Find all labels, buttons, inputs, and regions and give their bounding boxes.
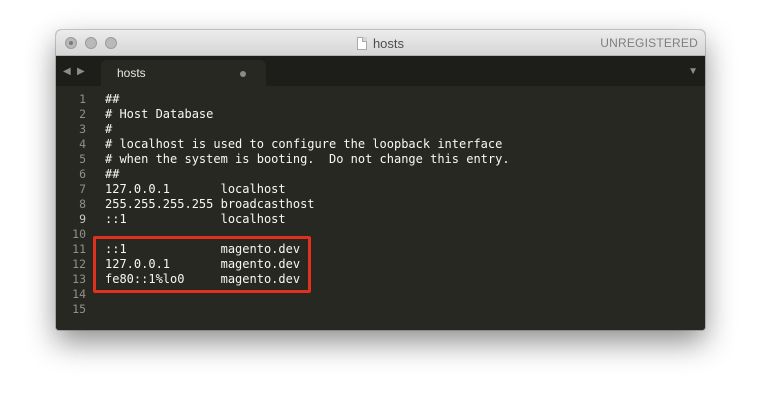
code-line[interactable]: ## (105, 92, 705, 107)
tab-nav-right-icon[interactable]: ▶ (77, 66, 85, 77)
line-number: 4 (79, 137, 86, 151)
code-line[interactable]: # (105, 122, 705, 137)
tab-nav-left-icon[interactable]: ◀ (63, 66, 71, 77)
editor-window: hosts UNREGISTERED ◀ ▶ hosts ▼ 123456789… (56, 30, 705, 330)
document-icon (356, 36, 367, 50)
unregistered-label: UNREGISTERED (600, 36, 698, 50)
line-number: 13 (72, 272, 86, 286)
line-number: 15 (72, 302, 86, 316)
code-line[interactable]: # localhost is used to configure the loo… (105, 137, 705, 152)
code-line[interactable]: 255.255.255.255 broadcasthost (105, 197, 705, 212)
line-number-gutter: 1 2 3 4 5 6 7 8 9 10 11 12 13 14 15 (56, 92, 86, 317)
line-number: 2 (79, 107, 86, 121)
code-line[interactable]: 127.0.0.1 localhost (105, 182, 705, 197)
code-line[interactable]: ::1 localhost (105, 212, 705, 227)
code-line[interactable]: # when the system is booting. Do not cha… (105, 152, 705, 167)
highlight-box (93, 236, 311, 293)
title-bar: hosts UNREGISTERED (56, 30, 705, 56)
code-editor[interactable]: 1 2 3 4 5 6 7 8 9 10 11 12 13 14 15 ## # Host Database #… (56, 86, 705, 330)
code-line[interactable] (105, 302, 705, 317)
line-number: 12 (72, 257, 86, 271)
line-number: 5 (79, 152, 86, 166)
line-number: 11 (72, 242, 86, 256)
code-line[interactable]: ## (105, 167, 705, 182)
unsaved-dot-icon[interactable] (240, 71, 246, 77)
tab-bar: ◀ ▶ hosts ▼ (56, 56, 705, 86)
line-number: 6 (79, 167, 86, 181)
line-number: 14 (72, 287, 86, 301)
tab-hosts[interactable]: hosts (101, 60, 266, 86)
line-number: 10 (72, 227, 86, 241)
line-number: 8 (79, 197, 86, 211)
line-number: 3 (79, 122, 86, 136)
chevron-down-icon[interactable]: ▼ (688, 66, 698, 77)
window-title: hosts (372, 35, 405, 51)
line-number: 1 (79, 92, 86, 106)
code-line[interactable]: # Host Database (105, 107, 705, 122)
line-number: 7 (79, 182, 86, 196)
tab-label: hosts (117, 66, 146, 80)
line-number: 9 (79, 212, 86, 226)
